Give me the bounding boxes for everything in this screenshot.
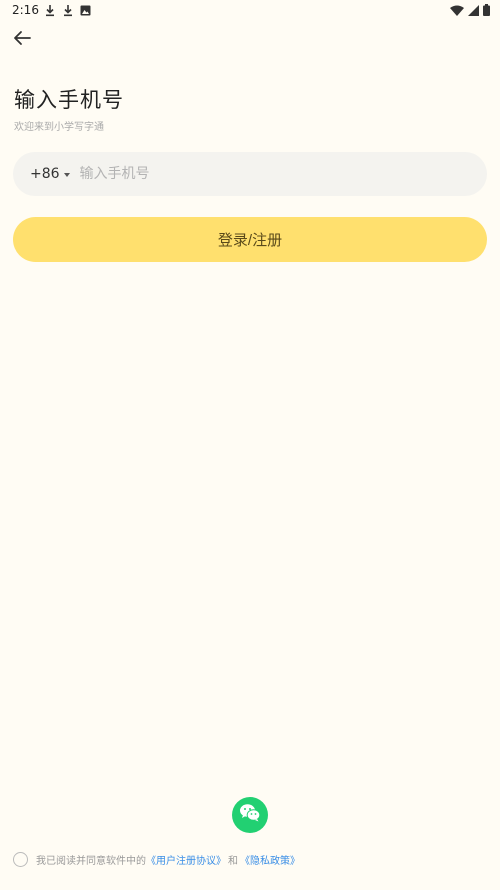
signal-icon xyxy=(468,4,479,16)
status-notification-icons xyxy=(44,4,91,17)
user-agreement-link[interactable]: 《用户注册协议》 xyxy=(146,852,226,867)
agreement-and: 和 xyxy=(228,856,238,867)
country-code-label: +86 xyxy=(30,166,60,182)
status-bar: 2:16 xyxy=(0,0,500,22)
download-icon xyxy=(44,4,56,17)
agreement-prefix: 我已阅读并同意软件中的 xyxy=(36,856,146,867)
login-register-button[interactable]: 登录/注册 xyxy=(13,217,487,262)
agreement-row: 我已阅读并同意软件中的 《用户注册协议》 和 《隐私政策》 xyxy=(13,852,300,867)
page-subtitle: 欢迎来到小学写字通 xyxy=(14,122,104,133)
status-time: 2:16 xyxy=(12,3,39,17)
status-system-icons xyxy=(450,4,490,16)
privacy-policy-link[interactable]: 《隐私政策》 xyxy=(240,852,300,867)
caret-down-icon xyxy=(63,173,70,177)
wechat-login-button[interactable] xyxy=(232,797,268,833)
image-icon xyxy=(80,5,91,16)
arrow-left-icon xyxy=(10,31,34,54)
wechat-icon xyxy=(239,803,261,827)
wifi-icon xyxy=(450,5,464,16)
agreement-checkbox[interactable] xyxy=(13,852,28,867)
phone-input-row: +86 xyxy=(13,152,487,196)
phone-input[interactable] xyxy=(77,165,462,183)
back-button[interactable] xyxy=(10,26,34,50)
page-title: 输入手机号 xyxy=(14,88,124,112)
download-icon xyxy=(62,4,74,17)
battery-icon xyxy=(483,4,490,16)
country-code-selector[interactable]: +86 xyxy=(30,166,70,182)
